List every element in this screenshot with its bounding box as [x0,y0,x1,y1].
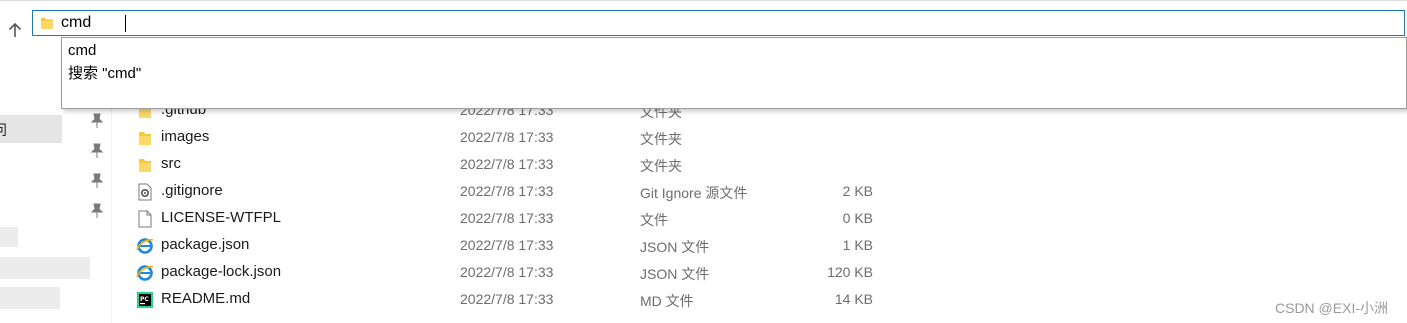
ie-file-icon [136,265,154,281]
pycharm-file-icon: PC [137,292,153,308]
file-modified: 2022/7/8 17:33 [460,183,554,199]
pin-icon[interactable] [90,113,104,129]
file-modified: 2022/7/8 17:33 [460,291,554,307]
file-type: 文件 [640,212,668,228]
ie-file-icon [136,238,154,254]
config-file-icon [138,183,152,201]
pin-icon[interactable] [90,173,104,189]
file-name: package.json [161,236,250,253]
file-row-images[interactable]: images 2022/7/8 17:33 文件夹 [112,124,1212,151]
pin-icon[interactable] [90,143,104,159]
file-size: 1 KB [842,237,873,253]
blurred-nav-item [0,257,90,279]
file-name: src [161,155,181,172]
file-modified: 2022/7/8 17:33 [460,129,554,145]
file-name: package-lock.json [161,263,282,280]
file-size: 0 KB [842,210,873,226]
nav-item-selected[interactable]: 问 [0,115,62,143]
file-type: 文件夹 [640,158,682,174]
file-row-package-lock[interactable]: package-lock.json 2022/7/8 17:33 JSON 文件… [112,259,1212,286]
file-row-readme[interactable]: PC README.md 2022/7/8 17:33 MD 文件 14 KB [112,286,1212,313]
file-size: 14 KB [834,291,873,307]
file-type: MD 文件 [640,293,694,309]
file-name: LICENSE-WTFPL [161,209,282,226]
blurred-nav-item [0,287,60,309]
file-row-gitignore[interactable]: .gitignore 2022/7/8 17:33 Git Ignore 源文件… [112,178,1212,205]
file-modified: 2022/7/8 17:33 [460,156,554,172]
folder-icon [139,159,151,172]
file-row-package-json[interactable]: package.json 2022/7/8 17:33 JSON 文件 1 KB [112,232,1212,259]
file-name: .gitignore [161,182,223,199]
file-row-license[interactable]: LICENSE-WTFPL 2022/7/8 17:33 文件 0 KB [112,205,1212,232]
file-name: README.md [161,290,251,307]
file-type: 文件夹 [640,131,682,147]
file-type: JSON 文件 [640,266,710,282]
svg-text:PC: PC [140,296,149,303]
file-type: Git Ignore 源文件 [640,185,748,201]
autocomplete-dropdown: cmd 搜索 "cmd" [61,37,1407,109]
file-modified: 2022/7/8 17:33 [460,264,554,280]
file-modified: 2022/7/8 17:33 [460,237,554,253]
file-type: JSON 文件 [640,239,710,255]
blank-file-icon [138,210,152,228]
address-input[interactable] [61,13,1361,33]
file-size: 2 KB [842,183,873,199]
autocomplete-item-search[interactable]: 搜索 "cmd" [68,63,141,85]
address-bar[interactable] [32,10,1405,36]
file-size: 120 KB [827,264,873,280]
file-name: images [161,128,210,145]
file-row-src[interactable]: src 2022/7/8 17:33 文件夹 [112,151,1212,178]
blurred-nav-item [0,227,18,247]
window-top-border [0,0,1407,1]
autocomplete-item-cmd[interactable]: cmd [68,40,96,62]
folder-icon [41,18,53,29]
watermark: CSDN @EXI-小洲 [1275,300,1388,316]
pin-icon[interactable] [90,203,104,219]
text-cursor [125,15,126,32]
folder-icon [139,132,151,145]
nav-item-label: 问 [0,120,7,140]
file-modified: 2022/7/8 17:33 [460,210,554,226]
